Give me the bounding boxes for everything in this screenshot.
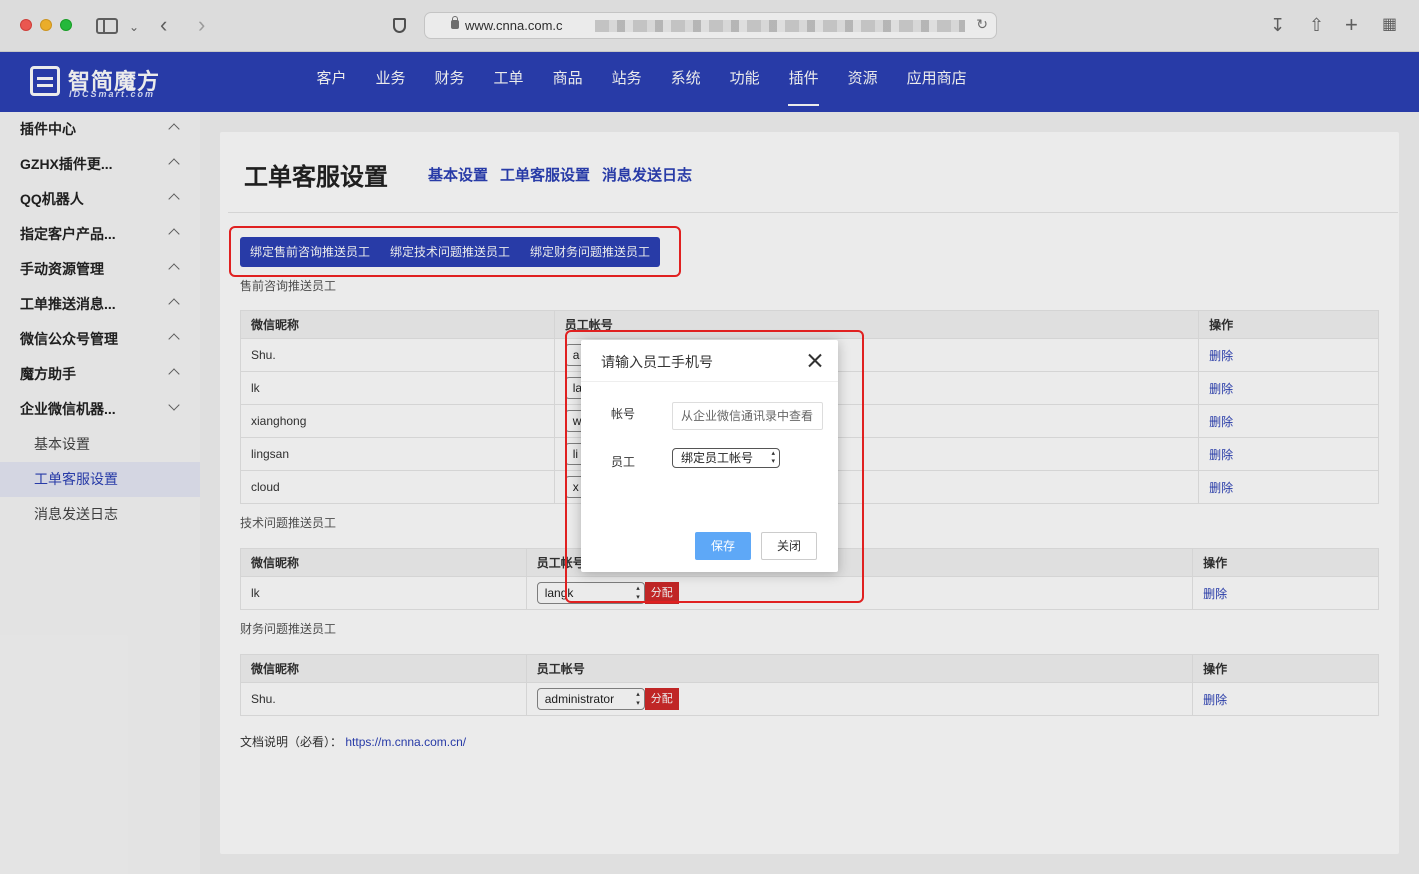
highlight-box-dialog (565, 330, 864, 603)
highlight-box-buttons (229, 226, 681, 277)
